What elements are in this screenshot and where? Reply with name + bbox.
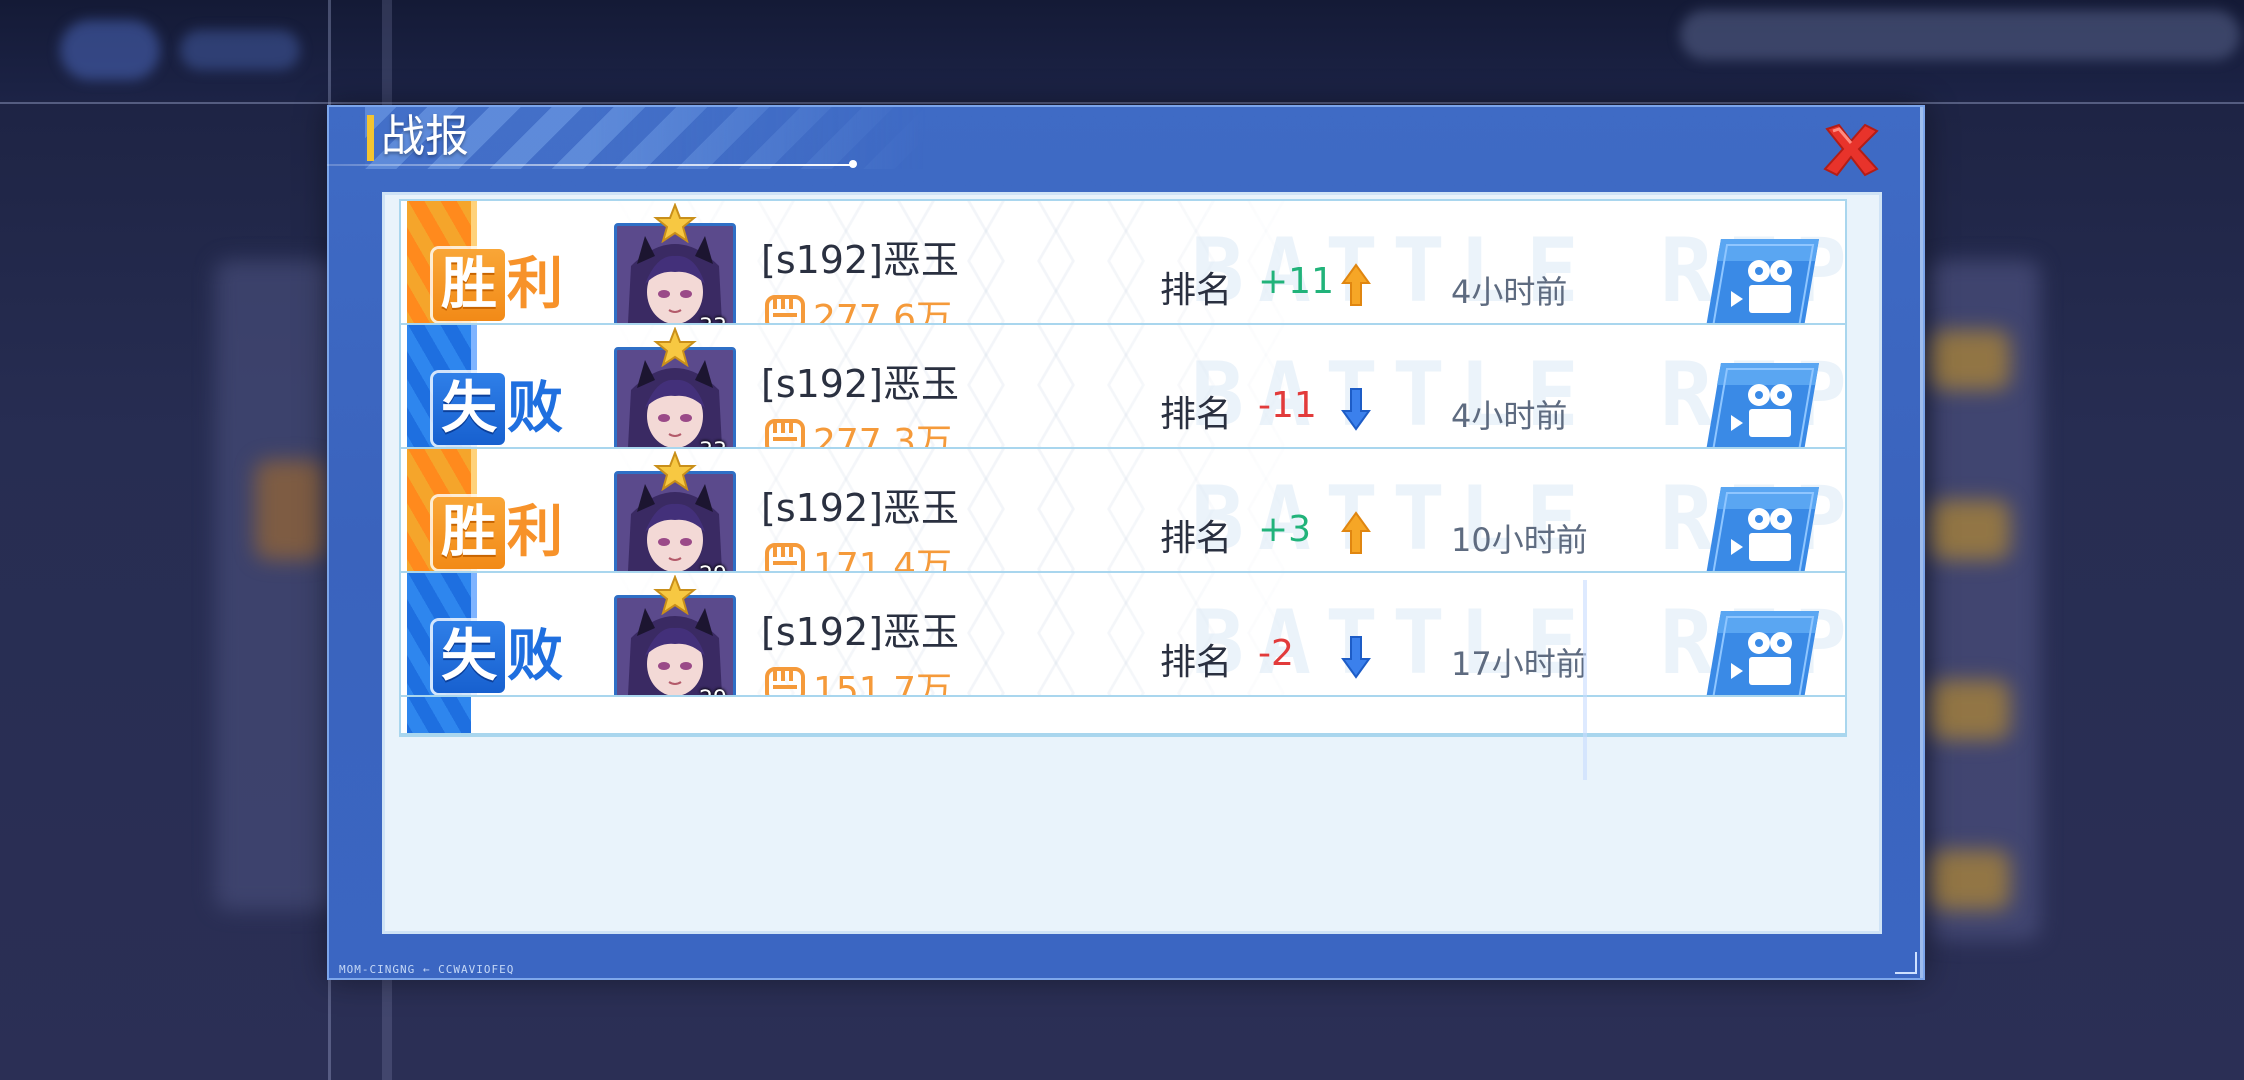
replay-button[interactable] (1703, 237, 1821, 335)
star-icon (653, 203, 697, 243)
arrow-down-icon (1341, 636, 1371, 679)
result-label-second: 败 (507, 624, 563, 689)
star-icon (653, 327, 697, 367)
battle-time: 4小时前 (1451, 397, 1568, 435)
result-label-first: 胜 (433, 249, 505, 321)
rank-label: 排名 (1160, 518, 1233, 559)
background-item-blur (255, 460, 325, 560)
result-stripe (407, 697, 471, 733)
battle-time: 10小时前 (1451, 521, 1588, 559)
replay-button[interactable] (1703, 609, 1821, 707)
dialog-edge-glow (1920, 107, 1923, 978)
player-name: [s192]恶玉 (761, 486, 959, 530)
background-item-blur (1930, 500, 2010, 560)
result-label-first: 失 (433, 373, 505, 445)
background-line (0, 102, 2244, 104)
arrow-up-icon (1341, 511, 1371, 554)
film-camera-icon (1705, 363, 1819, 457)
battle-report-list[interactable]: BATTLE REPORT 胜 利 33 [s192]恶玉 (382, 192, 1882, 934)
result-label-first: 胜 (433, 497, 505, 569)
player-name: [s192]恶玉 (761, 610, 959, 654)
rank-change: -11 (1258, 385, 1317, 426)
result-label-second: 败 (507, 376, 563, 441)
close-button[interactable] (1821, 121, 1881, 179)
rank-label: 排名 (1160, 270, 1233, 311)
star-icon (653, 451, 697, 491)
close-x-icon (1823, 123, 1879, 177)
replay-button[interactable] (1703, 485, 1821, 583)
dialog-title: 战报 (381, 111, 469, 162)
background-item-blur (1930, 850, 2010, 910)
battle-time: 4小时前 (1451, 273, 1568, 311)
result-label-first: 失 (433, 621, 505, 693)
film-camera-icon (1705, 487, 1819, 581)
player-name: [s192]恶玉 (761, 362, 959, 406)
background-resource-bar (1680, 10, 2240, 60)
footer-code: MOM-CINGNG ← CCWAVIOFEQ (339, 963, 515, 976)
star-icon (653, 575, 697, 615)
result-label-second: 利 (507, 500, 563, 565)
film-camera-icon (1705, 239, 1819, 333)
background-logo-blur (60, 20, 160, 80)
player-name: [s192]恶玉 (761, 238, 959, 282)
rank-label: 排名 (1160, 394, 1233, 435)
corner-mark (1895, 952, 1917, 974)
title-underline (327, 164, 855, 166)
battle-report-row-partial (399, 695, 1847, 735)
rank-change: +11 (1258, 261, 1334, 302)
scrollbar[interactable] (1583, 580, 1587, 780)
title-underline-dot (849, 160, 857, 168)
title-accent-bar (367, 115, 374, 161)
background-text-blur (180, 30, 300, 70)
rank-label: 排名 (1160, 642, 1233, 683)
result-label-second: 利 (507, 252, 563, 317)
background-panel-blur (215, 260, 335, 910)
battle-time: 17小时前 (1451, 645, 1588, 683)
arrow-down-icon (1341, 388, 1371, 431)
rank-change: +3 (1258, 509, 1312, 550)
battle-report-dialog: 战报 BATTLE REPORT 胜 利 (327, 105, 1925, 980)
background-item-blur (1930, 330, 2010, 390)
arrow-up-icon (1341, 263, 1371, 306)
background-item-blur (1930, 680, 2010, 740)
replay-button[interactable] (1703, 361, 1821, 459)
film-camera-icon (1705, 611, 1819, 705)
rank-change: -2 (1258, 633, 1294, 674)
